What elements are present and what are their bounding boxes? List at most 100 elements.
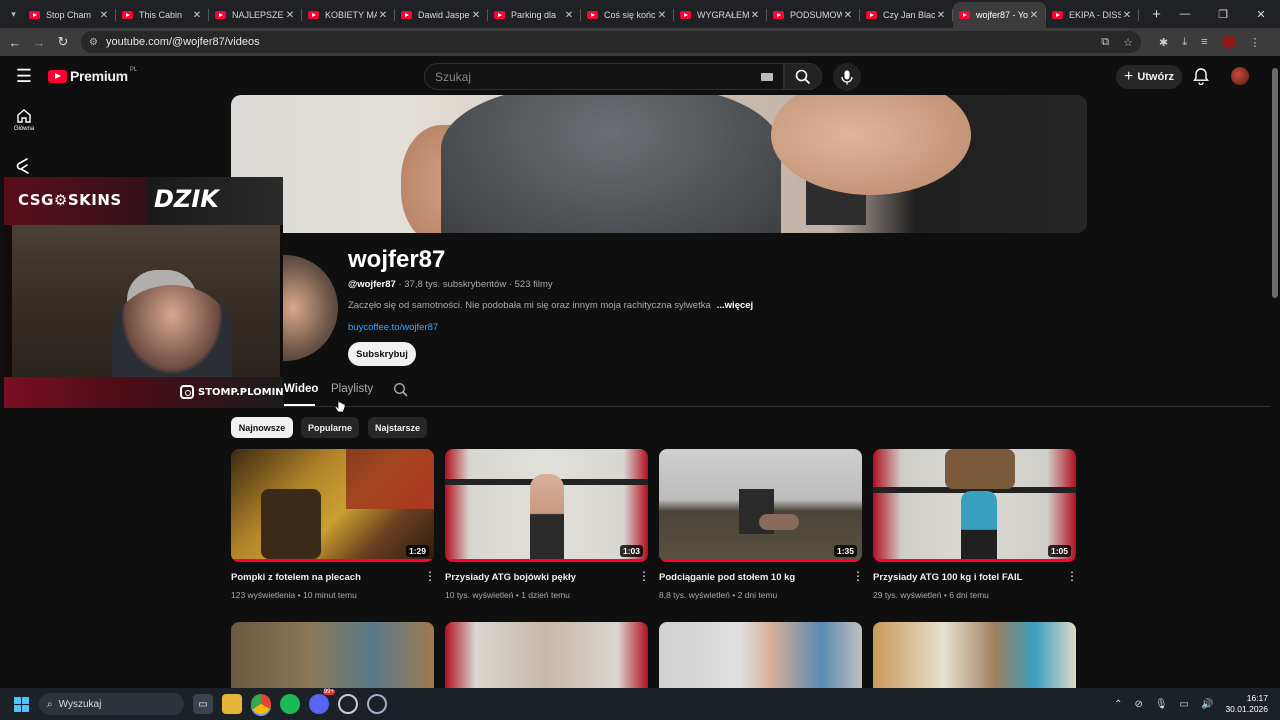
- profile-avatar[interactable]: [1221, 35, 1236, 49]
- site-info-icon[interactable]: ⚙: [89, 37, 98, 48]
- create-button[interactable]: + Utwórz: [1116, 65, 1182, 89]
- browser-tab[interactable]: EKIPA - DISS ✕: [1046, 2, 1139, 28]
- close-tab-icon[interactable]: ✕: [749, 10, 761, 21]
- close-tab-icon[interactable]: ✕: [284, 10, 296, 21]
- close-tab-icon[interactable]: ✕: [470, 10, 482, 21]
- channel-description[interactable]: Zaczęło się od samotności. Nie podobała …: [348, 300, 753, 311]
- voice-search-button[interactable]: [833, 63, 861, 91]
- tab-search-menu-icon[interactable]: ▾: [4, 4, 23, 24]
- channel-external-link[interactable]: buycoffee.to/wojfer87: [348, 322, 438, 333]
- app-icon[interactable]: [367, 694, 387, 714]
- browser-tab[interactable]: WYGRAŁEM ✕: [674, 2, 767, 28]
- channel-avatar[interactable]: [282, 255, 338, 361]
- video-thumbnail[interactable]: [659, 622, 862, 688]
- video-thumbnail[interactable]: [873, 622, 1076, 688]
- minimize-icon[interactable]: —: [1166, 8, 1204, 21]
- close-tab-icon[interactable]: ✕: [98, 10, 110, 21]
- close-tab-icon[interactable]: ✕: [377, 10, 389, 21]
- network-icon[interactable]: ⊘: [1134, 699, 1142, 710]
- more-link[interactable]: ...więcej: [717, 300, 753, 311]
- tab-playlists[interactable]: Playlisty: [331, 383, 373, 395]
- video-card[interactable]: 1:29 Pompki z fotelem na plecach ⋮ 123 w…: [231, 449, 436, 604]
- video-more-menu-icon[interactable]: ⋮: [424, 570, 436, 582]
- browser-tab[interactable]: wojfer87 - Yo ✕: [953, 2, 1046, 28]
- video-more-menu-icon[interactable]: ⋮: [852, 570, 864, 582]
- video-card[interactable]: 1:05 Przysiady ATG 100 kg i fotel FAIL ⋮…: [873, 449, 1078, 604]
- video-thumbnail[interactable]: 1:03: [445, 449, 648, 562]
- clock[interactable]: 16:17 30.01.2026: [1225, 693, 1268, 715]
- media-controls-icon[interactable]: ≡: [1201, 36, 1207, 48]
- browser-tab[interactable]: Coś się końc ✕: [581, 2, 674, 28]
- keyboard-icon[interactable]: [761, 72, 773, 81]
- browser-tab[interactable]: Czy Jan Blac ✕: [860, 2, 953, 28]
- tab-videos[interactable]: Wideo: [284, 383, 318, 395]
- new-tab-button[interactable]: +: [1147, 6, 1166, 23]
- video-thumbnail[interactable]: 1:29: [231, 449, 434, 562]
- close-tab-icon[interactable]: ✕: [656, 10, 668, 21]
- notifications-bell-icon[interactable]: [1192, 67, 1210, 85]
- volume-icon[interactable]: 🔊: [1201, 699, 1213, 710]
- browser-tab[interactable]: PODSUMOW ✕: [767, 2, 860, 28]
- browser-menu-icon[interactable]: ⋮: [1250, 36, 1261, 49]
- browser-tab[interactable]: NAJLEPSZE ✕: [209, 2, 302, 28]
- close-tab-icon[interactable]: ✕: [1028, 10, 1040, 21]
- video-more-menu-icon[interactable]: ⋮: [1066, 570, 1078, 582]
- close-tab-icon[interactable]: ✕: [935, 10, 947, 21]
- youtube-premium-logo[interactable]: Premium PL: [48, 67, 137, 84]
- browser-tab[interactable]: This Cabin ✕: [116, 2, 209, 28]
- youtube-favicon-icon: [215, 11, 226, 19]
- spotify-icon[interactable]: [280, 694, 300, 714]
- bookmark-star-icon[interactable]: ☆: [1123, 36, 1133, 49]
- back-icon[interactable]: ←: [3, 35, 27, 50]
- close-tab-icon[interactable]: ✕: [563, 10, 575, 21]
- extensions-icon[interactable]: ✱: [1159, 36, 1168, 49]
- browser-tab[interactable]: Parking dla ✕: [488, 2, 581, 28]
- chip-oldest[interactable]: Najstarsze: [368, 417, 427, 438]
- close-window-icon[interactable]: ✕: [1242, 8, 1280, 21]
- forward-icon[interactable]: →: [27, 35, 51, 50]
- scrollbar-thumb[interactable]: [1272, 68, 1278, 298]
- video-title[interactable]: Pompki z fotelem na plecach: [231, 572, 361, 583]
- sidebar-item-home[interactable]: Główna: [0, 108, 48, 132]
- file-explorer-icon[interactable]: [222, 694, 242, 714]
- chip-popular[interactable]: Popularne: [301, 417, 359, 438]
- reload-icon[interactable]: ↻: [51, 34, 75, 50]
- microphone-tray-icon[interactable]: 🎙: [1155, 699, 1168, 710]
- video-thumbnail[interactable]: 1:35: [659, 449, 862, 562]
- chip-newest[interactable]: Najnowsze: [231, 417, 293, 438]
- browser-tab[interactable]: Dawid Jaspe ✕: [395, 2, 488, 28]
- discord-icon[interactable]: 99+: [309, 689, 335, 714]
- account-avatar[interactable]: [1231, 67, 1249, 85]
- video-thumbnail[interactable]: 1:05: [873, 449, 1076, 562]
- browser-tab[interactable]: Stop Cham ✕: [23, 2, 116, 28]
- windows-start-icon[interactable]: [14, 696, 29, 712]
- search-button[interactable]: [784, 63, 822, 90]
- taskbar-search-input[interactable]: ⌕ Wyszukaj: [39, 693, 184, 715]
- channel-search-icon[interactable]: [393, 382, 409, 398]
- url-input[interactable]: ⚙ youtube.com/@wojfer87/videos ⧉ ☆: [81, 31, 1141, 53]
- video-title[interactable]: Przysiady ATG bojówki pękły: [445, 572, 576, 583]
- close-tab-icon[interactable]: ✕: [842, 10, 854, 21]
- download-icon[interactable]: ⤓: [1182, 36, 1187, 49]
- video-card[interactable]: 1:03 Przysiady ATG bojówki pękły ⋮ 10 ty…: [445, 449, 650, 604]
- search-input[interactable]: Szukaj: [424, 63, 784, 90]
- video-title[interactable]: Przysiady ATG 100 kg i fotel FAIL: [873, 572, 1022, 583]
- chevron-up-icon[interactable]: ⌃: [1114, 699, 1122, 710]
- obs-icon[interactable]: [338, 694, 358, 714]
- hamburger-menu-icon[interactable]: ☰: [0, 66, 48, 87]
- close-tab-icon[interactable]: ✕: [1121, 10, 1133, 21]
- subscribe-button[interactable]: Subskrybuj: [348, 342, 416, 366]
- chrome-icon[interactable]: [251, 694, 271, 714]
- video-card[interactable]: 1:35 Podciąganie pod stołem 10 kg ⋮ 8,8 …: [659, 449, 864, 604]
- task-view-icon[interactable]: ▭: [193, 694, 213, 714]
- browser-tab[interactable]: KOBIETY MA ✕: [302, 2, 395, 28]
- display-icon[interactable]: ▭: [1180, 699, 1189, 710]
- sidebar-item-shorts[interactable]: [0, 157, 48, 177]
- video-thumbnail[interactable]: [445, 622, 648, 688]
- video-thumbnail[interactable]: [231, 622, 434, 688]
- maximize-icon[interactable]: ❐: [1204, 8, 1242, 21]
- video-title[interactable]: Podciąganie pod stołem 10 kg: [659, 572, 795, 583]
- close-tab-icon[interactable]: ✕: [191, 10, 203, 21]
- open-in-app-icon[interactable]: ⧉: [1101, 36, 1109, 49]
- video-more-menu-icon[interactable]: ⋮: [638, 570, 650, 582]
